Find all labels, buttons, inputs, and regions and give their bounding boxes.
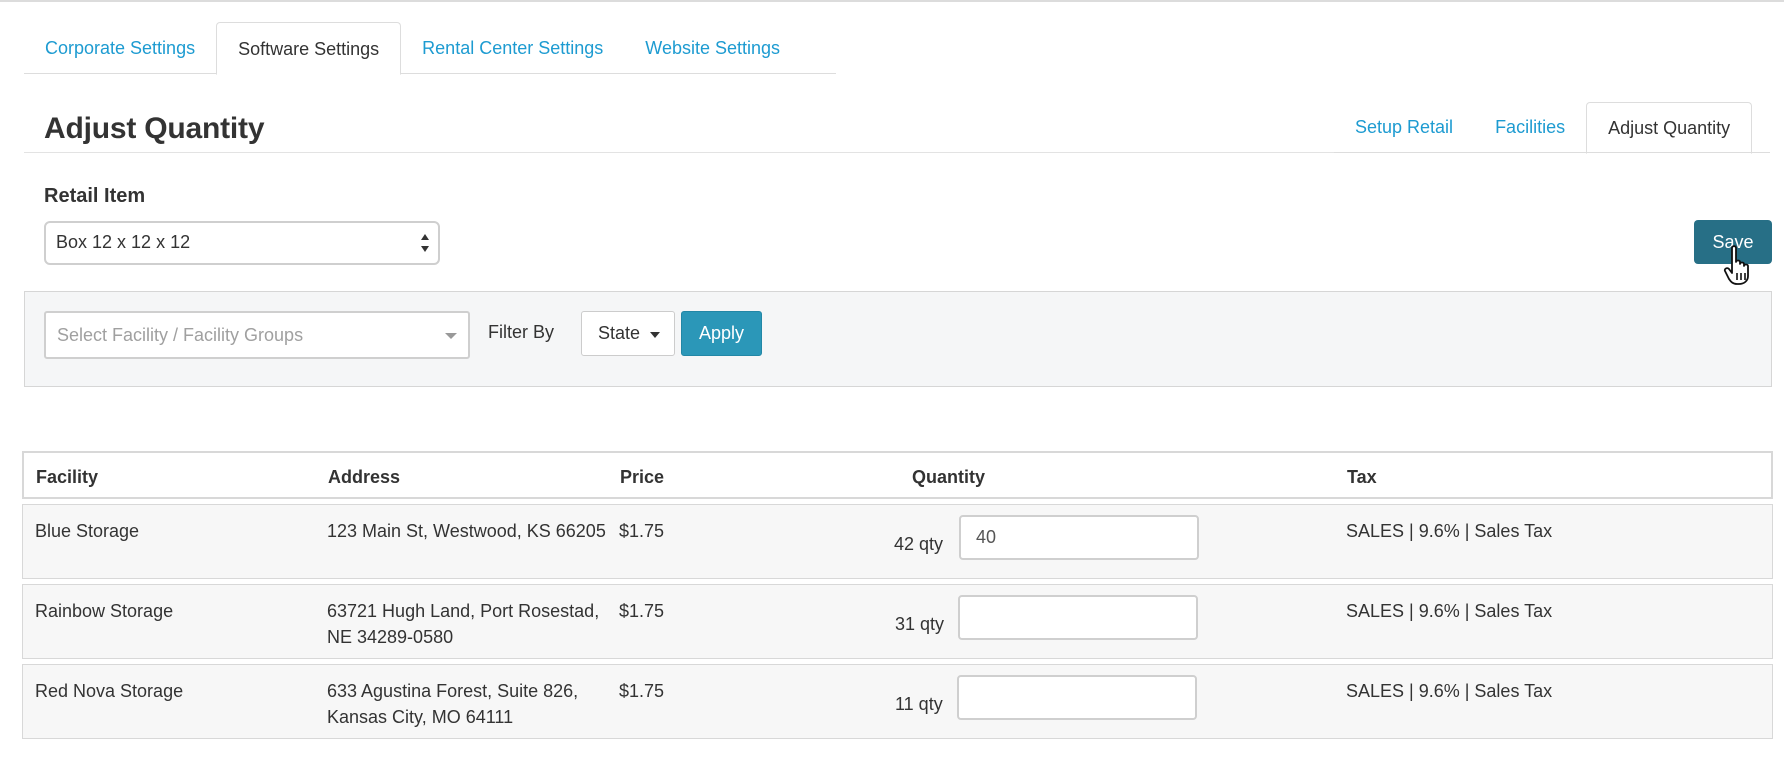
tax-info: SALES | 9.6% | Sales Tax [1346,681,1553,701]
table-row: Rainbow Storage 63721 Hugh Land, Port Ro… [22,584,1773,659]
column-header-tax: Tax [1347,467,1377,487]
settings-tabs: Corporate Settings Software Settings Ren… [24,22,836,75]
caret-down-icon [650,332,660,338]
quantity-input[interactable] [958,595,1198,640]
filter-panel: Select Facility / Facility Groups Filter… [24,291,1772,387]
quantity-input[interactable] [959,515,1199,560]
current-quantity: 31 qty [895,614,945,634]
table-row: Red Nova Storage 633 Agustina Forest, Su… [22,664,1773,739]
current-quantity: 42 qty [894,534,944,554]
filter-by-label: Filter By [488,322,555,342]
header-divider [24,152,1334,153]
item-price: $1.75 [619,521,665,541]
column-header-facility: Facility [36,467,99,487]
table-header-row: Facility Address Price Quantity Tax [22,451,1773,499]
current-quantity: 11 qty [895,694,943,714]
tax-info: SALES | 9.6% | Sales Tax [1346,521,1553,541]
facility-name: Rainbow Storage [35,601,174,621]
tab-corporate-settings[interactable]: Corporate Settings [24,22,216,74]
tab-facilities[interactable]: Facilities [1474,102,1586,153]
item-price: $1.75 [619,601,665,621]
tab-rental-center-settings[interactable]: Rental Center Settings [401,22,624,74]
retail-item-select[interactable]: Box 12 x 12 x 12 [44,221,440,265]
tab-website-settings[interactable]: Website Settings [624,22,801,74]
facility-address: 63721 Hugh Land, Port Rosestad, NE 34289… [327,601,600,647]
facility-address: 633 Agustina Forest, Suite 826, Kansas C… [327,681,579,727]
select-arrows-icon [420,232,430,254]
retail-item-label: Retail Item [44,185,146,207]
quantity-input[interactable] [957,675,1197,720]
item-price: $1.75 [619,681,665,701]
retail-sub-tabs: Setup Retail Facilities Adjust Quantity [1334,102,1770,154]
state-filter-dropdown[interactable]: State [581,311,675,356]
top-divider [0,0,1784,2]
table-row: Blue Storage 123 Main St, Westwood, KS 6… [22,504,1773,579]
tax-info: SALES | 9.6% | Sales Tax [1346,601,1553,621]
chevron-down-icon [445,333,457,339]
tab-software-settings[interactable]: Software Settings [216,22,402,75]
state-filter-label: State [598,323,641,343]
column-header-price: Price [620,467,665,487]
facility-select-placeholder: Select Facility / Facility Groups [57,325,304,345]
facility-name: Red Nova Storage [35,681,184,701]
apply-button[interactable]: Apply [681,311,762,356]
column-header-address: Address [328,467,401,487]
tab-adjust-quantity[interactable]: Adjust Quantity [1586,102,1753,154]
facility-table: Facility Address Price Quantity Tax Blue… [22,451,1773,744]
page-title: Adjust Quantity [44,112,265,145]
tab-setup-retail[interactable]: Setup Retail [1334,102,1474,153]
retail-item-selected-value: Box 12 x 12 x 12 [56,232,191,252]
facility-address: 123 Main St, Westwood, KS 66205 [327,521,606,541]
save-button[interactable]: Save [1694,220,1772,264]
column-header-quantity: Quantity [912,467,986,487]
facility-group-select[interactable]: Select Facility / Facility Groups [44,311,470,359]
facility-name: Blue Storage [35,521,140,541]
